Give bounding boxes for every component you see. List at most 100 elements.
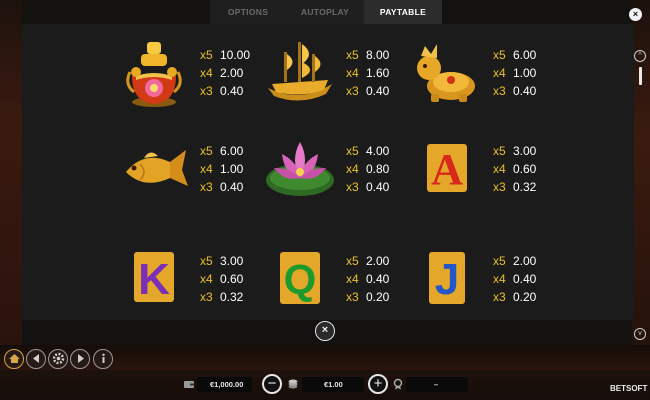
multiplier: x3 [346,180,359,194]
multiplier: x5 [493,48,506,62]
multiplier: x4 [200,162,213,176]
info-icon[interactable] [93,349,113,369]
coin-stack-icon [288,379,298,389]
multiplier: x3 [493,180,506,194]
close-paytable-button[interactable]: × [315,321,335,341]
increase-bet-button[interactable]: + [368,374,388,394]
payout: 1.60 [366,66,390,80]
letter-k-glyph: K [138,255,170,304]
award-icon [393,378,403,390]
koi-fish-icon [126,150,188,186]
payout: 6.00 [220,144,244,158]
paytable-item-letter-k: K x5 3.00 x4 0.60 x3 0.32 [114,238,284,318]
payout: 0.20 [513,290,537,304]
multiplier: x3 [200,84,213,98]
letter-k-icon: K [134,252,174,304]
multiplier: x5 [200,254,213,268]
win-value: – [434,380,439,389]
payout: 10.00 [220,48,251,62]
multiplier: x3 [200,290,213,304]
paytable-item-lotus: x5 4.00 x4 0.80 x3 0.40 [260,128,430,208]
multiplier: x4 [200,272,213,286]
scrollbar[interactable]: ^ v [634,50,646,342]
paytable-item-treasure-pot: x5 10.00 x4 2.00 x3 0.40 [114,32,284,112]
payout: 0.60 [220,272,244,286]
multiplier: x4 [346,66,359,80]
balance-value: €1,000.00 [210,380,244,389]
letter-q-icon: Q [280,252,320,304]
paytable-item-ship: x5 8.00 x4 1.60 x3 0.40 [260,32,430,112]
multiplier: x4 [493,272,506,286]
multiplier: x5 [346,144,359,158]
payout: 0.32 [513,180,537,194]
decrease-bet-button[interactable]: − [262,374,282,394]
multiplier: x3 [493,84,506,98]
letter-a-icon: A [427,144,467,194]
letter-q-glyph: Q [284,256,317,303]
paytable-item-letter-q: Q x5 2.00 x4 0.40 x3 0.20 [260,238,430,318]
close-icon[interactable]: × [629,8,642,21]
letter-a-glyph: A [431,145,463,194]
payout: 0.40 [220,180,244,194]
background-left [0,0,22,345]
settings-icon[interactable] [48,349,68,369]
multiplier: x4 [346,162,359,176]
letter-j-glyph: J [435,255,459,304]
scroll-thumb[interactable] [639,67,642,85]
lotus-icon [266,142,334,196]
multiplier: x3 [346,84,359,98]
tab-options[interactable]: OPTIONS [210,0,286,24]
brand-logo: BETSOFT [610,384,648,393]
payout: 4.00 [366,144,390,158]
payout: 1.00 [513,66,537,80]
payout: 2.00 [220,66,244,80]
dragon-turtle-icon [417,44,475,102]
payout: 3.00 [220,254,244,268]
tab-bar: OPTIONS AUTOPLAY PAYTABLE [210,0,442,24]
paytable-item-letter-a: A x5 3.00 x4 0.60 x3 0.32 [407,128,577,208]
paytable-item-dragon-turtle: x5 6.00 x4 1.00 x3 0.40 [407,32,577,112]
paytable-item-koi-fish: x5 6.00 x4 1.00 x3 0.40 [114,128,284,208]
multiplier: x5 [493,144,506,158]
payout: 0.40 [513,272,537,286]
wallet-icon [184,381,194,388]
multiplier: x4 [493,66,506,80]
multiplier: x4 [346,272,359,286]
paytable-item-letter-j: J x5 2.00 x4 0.40 x3 0.20 [407,238,577,318]
back-icon[interactable] [26,349,46,369]
payout: 0.40 [220,84,244,98]
scroll-down-icon[interactable]: v [634,328,646,340]
multiplier: x3 [346,290,359,304]
forward-icon[interactable] [70,349,90,369]
letter-j-icon: J [429,252,465,304]
payout: 0.40 [366,84,390,98]
payout: 2.00 [366,254,390,268]
tab-paytable[interactable]: PAYTABLE [364,0,442,24]
multiplier: x4 [200,66,213,80]
treasure-pot-icon [126,42,182,107]
payout: 0.40 [366,272,390,286]
multiplier: x5 [346,48,359,62]
multiplier: x3 [200,180,213,194]
payout: 1.00 [220,162,244,176]
multiplier: x5 [200,144,213,158]
multiplier: x5 [200,48,213,62]
tab-autoplay[interactable]: AUTOPLAY [286,0,364,24]
multiplier: x5 [493,254,506,268]
payout: 2.00 [513,254,537,268]
bet-value: €1.00 [324,380,343,389]
paytable-panel: ^ v x5 10.00 x4 2.00 x3 0.40 x5 8.00 x4 … [22,24,646,340]
scroll-up-icon[interactable]: ^ [634,50,646,62]
ship-icon [268,42,332,101]
payout: 6.00 [513,48,537,62]
payout: 0.40 [366,180,390,194]
payout: 0.60 [513,162,537,176]
home-icon[interactable] [4,349,24,369]
multiplier: x5 [346,254,359,268]
payout: 0.40 [513,84,537,98]
payout: 0.32 [220,290,244,304]
payout: 3.00 [513,144,537,158]
multiplier: x4 [493,162,506,176]
payout: 0.20 [366,290,390,304]
multiplier: x3 [493,290,506,304]
